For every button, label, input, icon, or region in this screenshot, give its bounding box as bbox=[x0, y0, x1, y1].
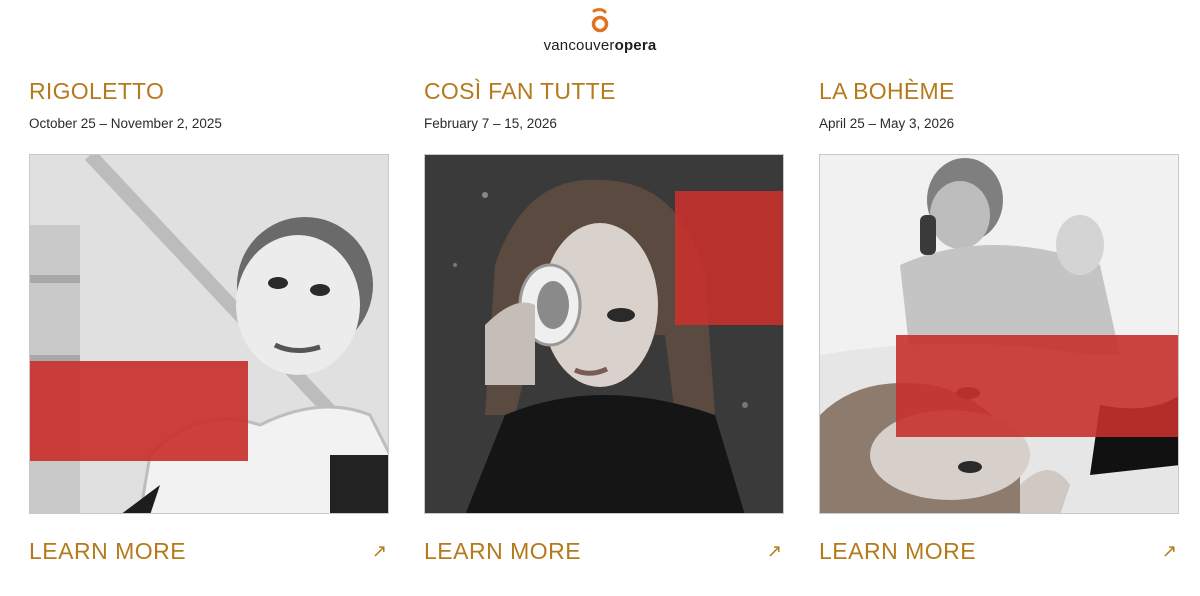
learn-more-label: LEARN MORE bbox=[424, 538, 582, 564]
production-card-la-boheme: LA BOHÈME April 25 – May 3, 2026 LEARN M… bbox=[819, 0, 1179, 596]
productions-grid: RIGOLETTO October 25 – November 2, 2025 bbox=[29, 0, 1179, 596]
rigoletto-photo-illustration bbox=[30, 155, 388, 513]
production-dates: October 25 – November 2, 2025 bbox=[29, 116, 222, 131]
production-dates: April 25 – May 3, 2026 bbox=[819, 116, 955, 131]
arrow-up-right-icon: ↗ bbox=[766, 541, 782, 561]
la-boheme-photo-illustration bbox=[820, 155, 1178, 513]
cosi-fan-tutte-photo-illustration bbox=[425, 155, 783, 513]
production-title[interactable]: COSÌ FAN TUTTE bbox=[424, 78, 616, 105]
production-title[interactable]: LA BOHÈME bbox=[819, 78, 955, 105]
learn-more-link[interactable]: LEARN MORE ↗ bbox=[424, 538, 784, 568]
arrow-up-right-icon: ↗ bbox=[371, 541, 387, 561]
arrow-up-right-icon: ↗ bbox=[1161, 541, 1177, 561]
production-card-rigoletto: RIGOLETTO October 25 – November 2, 2025 bbox=[29, 0, 389, 596]
production-image-cosi-fan-tutte[interactable] bbox=[424, 154, 784, 514]
production-title[interactable]: RIGOLETTO bbox=[29, 78, 164, 105]
learn-more-link[interactable]: LEARN MORE ↗ bbox=[29, 538, 389, 568]
learn-more-label: LEARN MORE bbox=[819, 538, 977, 564]
learn-more-label: LEARN MORE bbox=[29, 538, 187, 564]
production-image-la-boheme[interactable] bbox=[819, 154, 1179, 514]
production-image-rigoletto[interactable] bbox=[29, 154, 389, 514]
learn-more-link[interactable]: LEARN MORE ↗ bbox=[819, 538, 1179, 568]
production-card-cosi-fan-tutte: COSÌ FAN TUTTE February 7 – 15, 2026 LEA… bbox=[424, 0, 784, 596]
production-dates: February 7 – 15, 2026 bbox=[424, 116, 557, 131]
